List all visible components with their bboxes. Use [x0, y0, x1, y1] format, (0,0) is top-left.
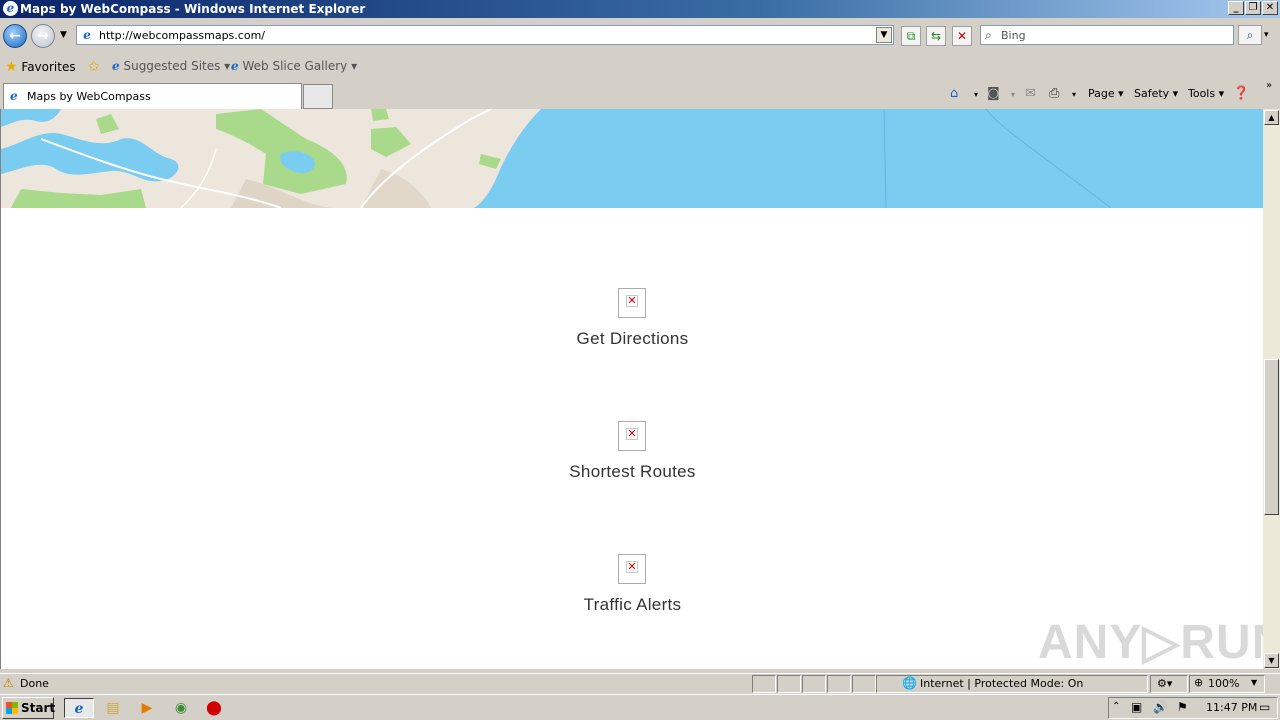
refresh-button[interactable]: ⇆ — [926, 26, 946, 46]
broken-image-icon: ✕ — [626, 560, 638, 573]
add-favorite-icon: ✩ — [88, 59, 100, 75]
search-button[interactable]: ⌕ — [1238, 25, 1262, 45]
scrollbar-thumb[interactable] — [1264, 359, 1279, 515]
compatibility-view-button[interactable]: ⧉ — [901, 26, 921, 46]
volume-icon[interactable]: 🔊 — [1153, 700, 1168, 714]
search-icon: ⌕ — [985, 28, 992, 42]
start-label: Start — [21, 701, 56, 715]
internet-explorer-icon: e — [3, 1, 18, 16]
new-tab-button[interactable] — [303, 84, 333, 109]
search-input[interactable]: Bing — [1001, 29, 1026, 42]
ie-page-icon: e — [112, 59, 120, 73]
address-bar[interactable]: e http://webcompassmaps.com/ ▼ — [76, 25, 894, 45]
print-icon[interactable]: ⎙ — [1049, 86, 1059, 101]
globe-icon: 🌐 — [902, 676, 917, 690]
status-text: Done — [20, 677, 49, 690]
page-viewport: ✕ Get Directions ✕ Shortest Routes ✕ Tra… — [0, 109, 1263, 669]
broken-image-icon: ✕ — [626, 294, 638, 307]
broken-image-icon: ✕ — [626, 427, 638, 440]
add-to-favorites-bar-button[interactable]: ✩ — [88, 59, 100, 75]
recent-pages-dropdown[interactable]: ▼ — [60, 30, 67, 40]
show-desktop-icon[interactable]: ▭ — [1259, 700, 1270, 714]
page-menu[interactable]: Page ▾ — [1088, 87, 1124, 100]
help-icon[interactable]: ❓ — [1233, 86, 1249, 101]
close-window-button[interactable]: ✕ — [1262, 1, 1278, 15]
forward-button[interactable]: → — [31, 24, 55, 48]
action-center-flag-icon[interactable]: ⚑ — [1177, 700, 1188, 714]
web-slice-gallery-link[interactable]: e Web Slice Gallery ▾ — [231, 59, 357, 73]
favorites-button[interactable]: ★ Favorites — [5, 59, 76, 75]
safety-menu[interactable]: Safety ▾ — [1134, 87, 1178, 100]
back-button[interactable]: ← — [3, 24, 27, 48]
status-cell — [852, 675, 876, 693]
home-dropdown-icon[interactable]: ▾ — [974, 90, 978, 99]
scroll-up-button[interactable]: ▲ — [1264, 110, 1279, 125]
network-icon[interactable]: ▣ — [1131, 700, 1142, 714]
windows-logo-icon-lower — [6, 708, 18, 714]
vertical-scrollbar[interactable]: ▲ ▼ — [1263, 109, 1280, 669]
window-title: Maps by WebCompass - Windows Internet Ex… — [20, 2, 366, 16]
favorites-label: Favorites — [21, 60, 76, 74]
suggested-sites-label: Suggested Sites ▾ — [123, 59, 231, 73]
warning-icon: ⚠ — [3, 676, 14, 690]
search-box[interactable]: ⌕ Bing — [980, 25, 1234, 45]
address-dropdown-button[interactable]: ▼ — [876, 27, 892, 43]
shortest-routes-label[interactable]: Shortest Routes — [1, 462, 1263, 482]
search-options-dropdown[interactable]: ▾ — [1264, 30, 1269, 40]
get-directions-label[interactable]: Get Directions — [1, 329, 1263, 349]
taskbar-opera-icon[interactable]: ⬤ — [203, 698, 225, 718]
taskbar-explorer-icon[interactable]: ▤ — [102, 698, 124, 718]
security-zone-text: Internet | Protected Mode: On — [920, 677, 1084, 690]
zoom-icon: ⊕ — [1194, 676, 1204, 689]
feeds-icon[interactable]: ◙ — [987, 86, 1000, 101]
tab-label: Maps by WebCompass — [27, 90, 151, 103]
taskbar-internet-explorer-icon[interactable]: e — [64, 698, 94, 718]
window-titlebar: e Maps by WebCompass - Windows Internet … — [0, 0, 1280, 18]
tab-maps-by-webcompass[interactable]: e Maps by WebCompass — [3, 83, 302, 109]
start-button[interactable]: Start — [2, 697, 56, 719]
status-bar: ⚠ Done 🌐 Internet | Protected Mode: On ⚙… — [0, 673, 1280, 693]
favorites-star-icon: ★ — [5, 59, 18, 75]
ie-page-icon: e — [231, 59, 239, 73]
show-hidden-icons-icon[interactable]: ⌃ — [1112, 701, 1120, 712]
web-slice-gallery-label: Web Slice Gallery ▾ — [242, 59, 358, 73]
tools-menu[interactable]: Tools ▾ — [1188, 87, 1224, 100]
shortest-routes-image: ✕ — [618, 421, 646, 451]
ie-page-icon: e — [10, 89, 18, 103]
read-mail-icon[interactable]: ✉ — [1025, 86, 1036, 101]
scroll-down-button[interactable]: ▼ — [1264, 653, 1279, 668]
taskbar-chrome-icon[interactable]: ◉ — [170, 698, 192, 718]
status-cell — [802, 675, 826, 693]
address-url[interactable]: http://webcompassmaps.com/ — [99, 29, 265, 42]
navigation-bar: ← → ▼ e http://webcompassmaps.com/ ▼ ⧉ ⇆… — [0, 18, 1280, 54]
stop-button[interactable]: ✕ — [952, 26, 972, 46]
taskbar-clock[interactable]: 11:47 PM — [1206, 701, 1257, 714]
zoom-dropdown-icon[interactable]: ▼ — [1251, 678, 1257, 687]
anyrun-watermark: ANY▷RUN — [1038, 616, 1280, 669]
print-dropdown-icon[interactable]: ▾ — [1072, 90, 1076, 99]
tab-row: e Maps by WebCompass ⌂ ▾ ◙ ▾ ✉ ⎙ ▾ Page … — [0, 80, 1280, 109]
minimize-button[interactable]: _ — [1228, 1, 1244, 15]
taskbar: Start e ▤ ▶ ◉ ⬤ ⌃ ▣ 🔊 ⚑ ▭ 11:47 PM — [0, 694, 1280, 720]
zoom-level[interactable]: 100% — [1208, 677, 1239, 690]
favorites-bar: ★ Favorites ✩ e Suggested Sites ▾ e Web … — [0, 54, 1280, 81]
status-cell — [752, 675, 776, 693]
get-directions-image: ✕ — [618, 288, 646, 318]
taskbar-media-player-icon[interactable]: ▶ — [136, 698, 158, 718]
traffic-alerts-label[interactable]: Traffic Alerts — [1, 595, 1263, 615]
feeds-dropdown-icon[interactable]: ▾ — [1011, 90, 1015, 99]
lock-settings-icon[interactable]: ⚙▾ — [1157, 677, 1172, 690]
maximize-button[interactable]: ❐ — [1245, 1, 1261, 15]
home-icon[interactable]: ⌂ — [950, 86, 958, 101]
suggested-sites-link[interactable]: e Suggested Sites ▾ — [112, 59, 230, 73]
traffic-alerts-image: ✕ — [618, 554, 646, 584]
status-cell — [827, 675, 851, 693]
map-banner[interactable] — [1, 109, 1263, 208]
status-cell — [777, 675, 801, 693]
more-commands-icon[interactable]: » — [1266, 80, 1272, 91]
page-icon: e — [83, 28, 91, 42]
